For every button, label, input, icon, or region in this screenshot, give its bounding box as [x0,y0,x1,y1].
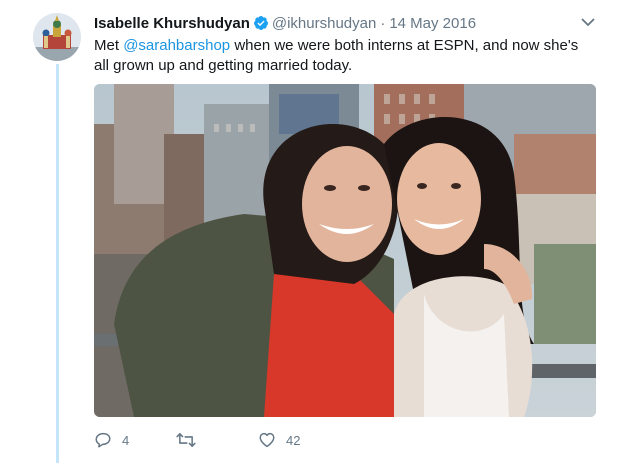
tweet-text-before: Met [94,37,124,54]
mention-link[interactable]: @sarahbarshop [123,37,230,54]
thread-connector-line [56,64,59,463]
tweet-actions: 4 42 [94,430,300,450]
retweet-icon [176,431,196,449]
tweet-date[interactable]: 14 May 2016 [389,15,476,32]
avatar-image [33,13,81,61]
photo-two-women-hugging [94,84,596,417]
author-handle[interactable]: @ikhurshudyan [272,15,376,32]
reply-icon [94,431,112,449]
tweet-photo[interactable] [94,84,596,417]
like-count: 42 [286,432,301,448]
heart-icon [258,431,276,449]
verified-badge-icon [253,15,269,31]
tweet-header: Isabelle Khurshudyan @ikhurshudyan · 14 … [94,13,576,33]
reply-button[interactable]: 4 [94,431,176,449]
reply-count: 4 [122,432,130,448]
header-separator: · [380,14,386,32]
chevron-down-icon[interactable] [580,16,596,28]
avatar[interactable] [33,13,81,61]
like-button[interactable]: 42 [258,431,300,449]
tweet-text: Met @sarahbarshop when we were both inte… [94,36,594,76]
retweet-button[interactable] [176,431,258,449]
author-name[interactable]: Isabelle Khurshudyan [94,15,250,32]
